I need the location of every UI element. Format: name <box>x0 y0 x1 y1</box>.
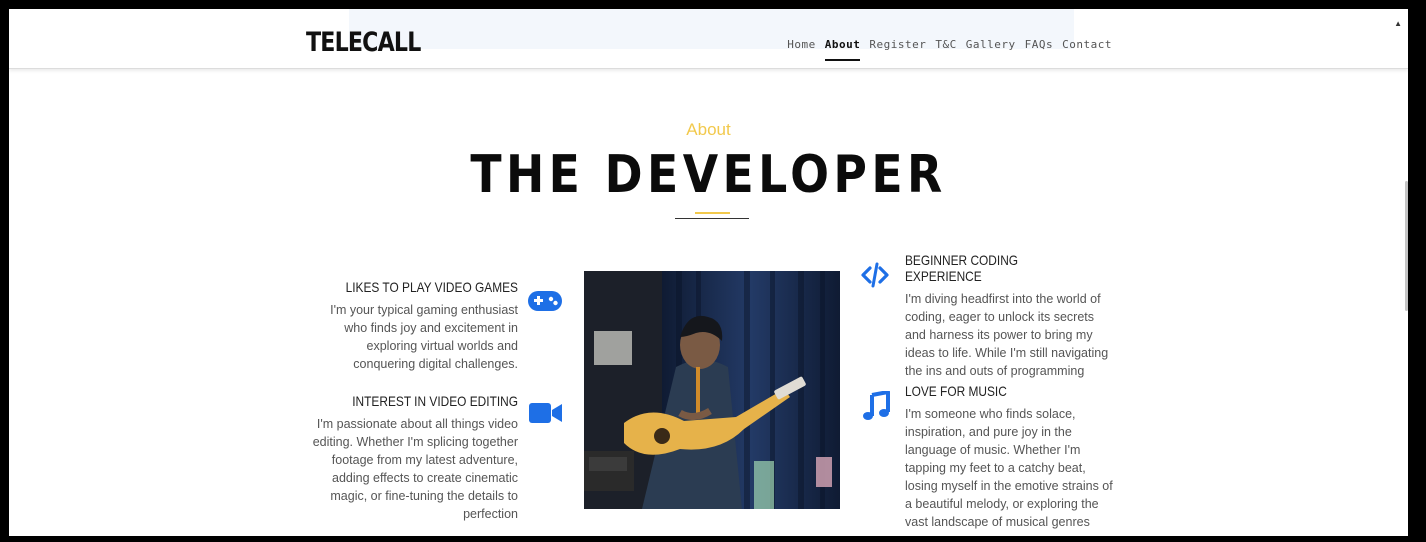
feature-gaming-title: LIKES TO PLAY VIDEO GAMES <box>345 279 518 295</box>
page-viewport: TELECALL Home About Register T&C Gallery… <box>9 9 1408 536</box>
feature-coding-text: I'm diving headfirst into the world of c… <box>905 292 1109 378</box>
gamepad-icon <box>527 289 563 318</box>
feature-music-title: LOVE FOR MUSIC <box>905 383 1007 399</box>
nav-link-about[interactable]: About <box>824 38 861 61</box>
scrollbar-thumb[interactable] <box>1405 181 1408 311</box>
feature-coding-title: BEGINNER CODING EXPERIENCE <box>905 252 1019 284</box>
brand-logo[interactable]: TELECALL <box>306 27 421 58</box>
title-divider-accent <box>695 212 730 214</box>
nav-menu: Home About Register T&C Gallery FAQs Con… <box>778 38 1112 61</box>
feature-music: LOVE FOR MUSIC I'm someone who finds sol… <box>905 383 1117 531</box>
feature-gaming-text: I'm your typical gaming enthusiast who f… <box>330 303 518 371</box>
nav-link-home[interactable]: Home <box>787 38 816 51</box>
navbar: TELECALL Home About Register T&C Gallery… <box>9 9 1408 69</box>
section-title: THE DEVELOPER <box>470 145 947 205</box>
code-icon <box>861 261 889 294</box>
developer-photo <box>584 271 840 509</box>
scroll-up-arrow-icon[interactable]: ▲ <box>1394 19 1402 28</box>
nav-link-register[interactable]: Register <box>869 38 926 51</box>
nav-link-gallery[interactable]: Gallery <box>966 38 1016 51</box>
feature-editing-title: INTEREST IN VIDEO EDITING <box>352 393 518 409</box>
feature-coding: BEGINNER CODING EXPERIENCE I'm diving he… <box>905 252 1117 380</box>
video-camera-icon <box>528 401 564 430</box>
nav-link-tandc[interactable]: T&C <box>935 38 956 51</box>
nav-link-contact[interactable]: Contact <box>1062 38 1112 51</box>
music-note-icon <box>862 390 890 426</box>
feature-music-text: I'm someone who finds solace, inspiratio… <box>905 407 1113 529</box>
section-kicker: About <box>686 120 731 139</box>
feature-editing: INTEREST IN VIDEO EDITING I'm passionate… <box>308 393 518 523</box>
nav-link-faqs[interactable]: FAQs <box>1025 38 1054 51</box>
feature-gaming: LIKES TO PLAY VIDEO GAMES I'm your typic… <box>308 279 518 373</box>
title-divider <box>675 218 749 219</box>
feature-editing-text: I'm passionate about all things video ed… <box>312 417 518 521</box>
